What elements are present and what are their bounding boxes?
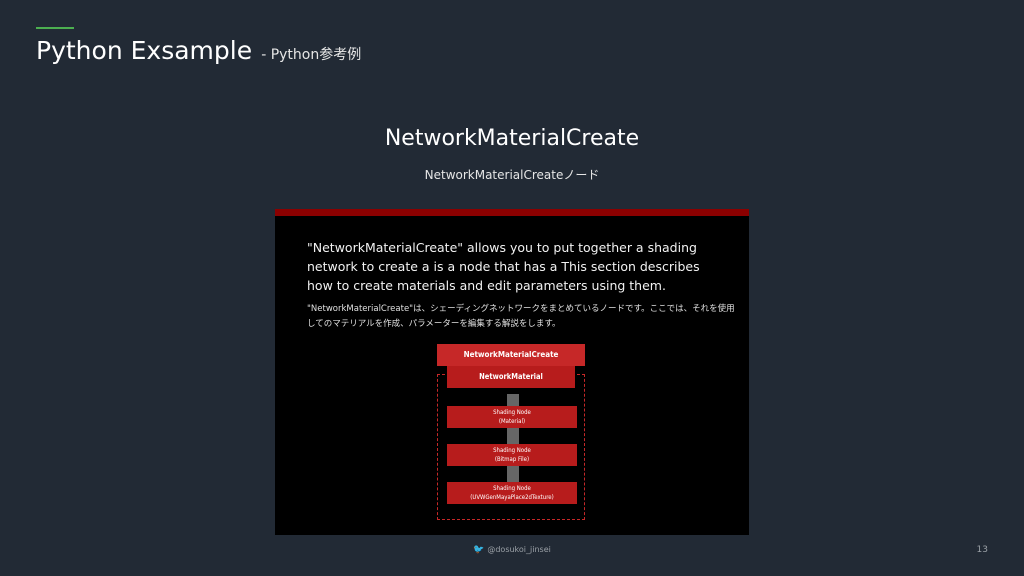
doc-top-bar [275, 209, 749, 216]
footer-handle: 🐦 @dosukoi_jinsei [0, 545, 1024, 555]
slide-heading: NetworkMaterialCreate [384, 126, 640, 151]
title-subtitle: - Python参考例 [261, 47, 362, 63]
page-number: 13 [976, 545, 988, 555]
node-sublabel: (UVWGenMayaPlace2dTexture) [470, 494, 554, 501]
diagram-material-node: NetworkMaterial [447, 366, 575, 388]
title-main: Python Exsample [36, 36, 253, 65]
doc-japanese-text: "NetworkMaterialCreate"は、シェーディングネットワークをま… [307, 304, 735, 329]
node-sublabel: (Material) [498, 418, 526, 425]
diagram-shading-node-uvw: Shading Node (UVWGenMayaPlace2dTexture) [447, 482, 577, 504]
slide-subheading: NetworkMaterialCreateノード [424, 168, 600, 182]
twitter-bird-icon: 🐦 [473, 545, 485, 555]
network-diagram: NetworkMaterialCreate NetworkMaterial Sh… [437, 344, 587, 524]
node-sublabel: (Bitmap File) [494, 456, 530, 463]
node-label: Shading Node [493, 409, 531, 416]
node-label: Shading Node [493, 447, 531, 454]
title-accent-line [36, 27, 74, 29]
documentation-screenshot: "NetworkMaterialCreate" allows you to pu… [275, 209, 749, 535]
diagram-shading-node-material: Shading Node (Material) [447, 406, 577, 428]
page-title: Python Exsample - Python参考例 [36, 36, 361, 65]
doc-english-text: "NetworkMaterialCreate" allows you to pu… [307, 240, 700, 293]
node-label: Shading Node [493, 485, 531, 492]
diagram-root-node: NetworkMaterialCreate [437, 344, 585, 366]
diagram-shading-node-bitmap: Shading Node (Bitmap File) [447, 444, 577, 466]
twitter-handle: @dosukoi_jinsei [487, 545, 551, 554]
